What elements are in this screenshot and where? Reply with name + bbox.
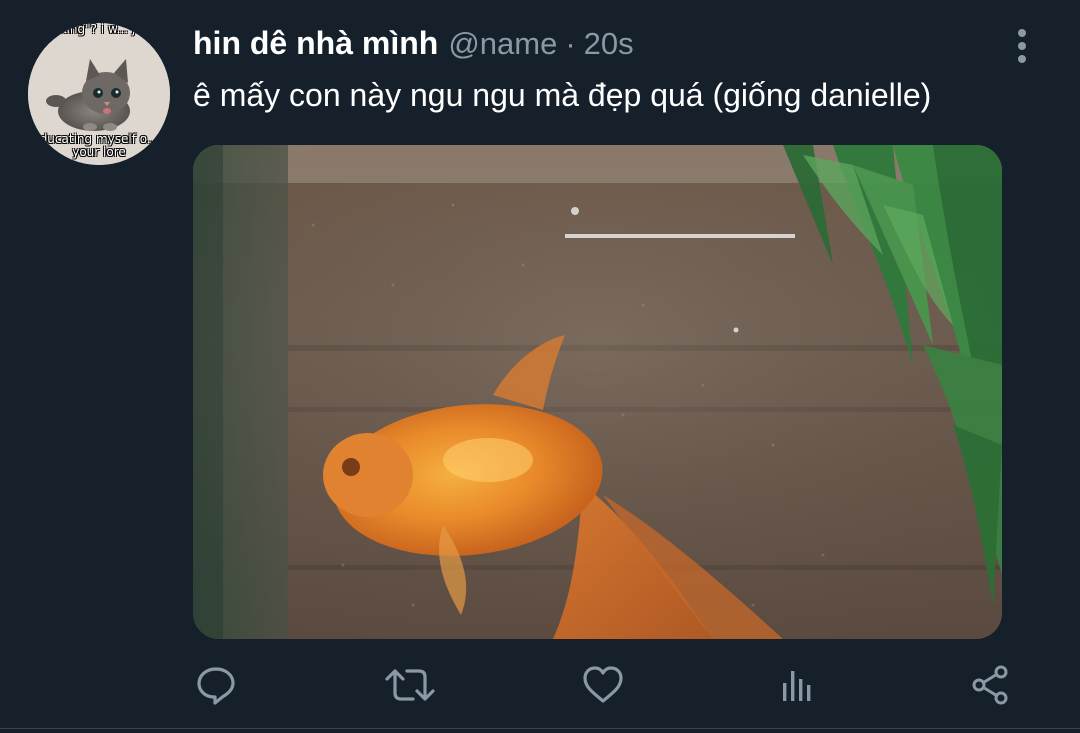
separator-dot: · xyxy=(565,26,576,61)
tweet-header: hin dê nhà mình @name · 20s xyxy=(193,25,634,69)
heart-icon xyxy=(583,666,623,703)
reply-button[interactable] xyxy=(189,658,243,712)
more-options-button[interactable] xyxy=(1006,26,1038,66)
kitten-photo xyxy=(28,23,170,165)
analytics-button[interactable] xyxy=(770,658,824,712)
user-handle[interactable]: @name xyxy=(448,26,557,62)
tweet-text: ê mấy con này ngu ngu mà đẹp quá (giống … xyxy=(193,77,932,113)
tweet-media-image[interactable] xyxy=(193,145,1002,639)
share-button[interactable] xyxy=(963,658,1017,712)
timestamp[interactable]: 20s xyxy=(584,26,634,62)
divider xyxy=(0,728,1080,729)
bar-chart-icon xyxy=(783,671,811,701)
tweet-action-bar xyxy=(0,658,1080,712)
display-name[interactable]: hin dê nhà mình xyxy=(193,25,438,62)
avatar[interactable]: talking"? i w... just ducating myself o.… xyxy=(28,23,170,165)
more-vertical-icon xyxy=(1018,29,1026,63)
retweet-button[interactable] xyxy=(383,658,437,712)
reply-icon xyxy=(197,667,235,705)
retweet-icon xyxy=(385,669,435,701)
goldfish-photo xyxy=(193,145,1002,639)
share-icon xyxy=(972,665,1008,705)
tweet: talking"? i w... just ducating myself o.… xyxy=(0,0,1080,733)
like-button[interactable] xyxy=(576,658,630,712)
